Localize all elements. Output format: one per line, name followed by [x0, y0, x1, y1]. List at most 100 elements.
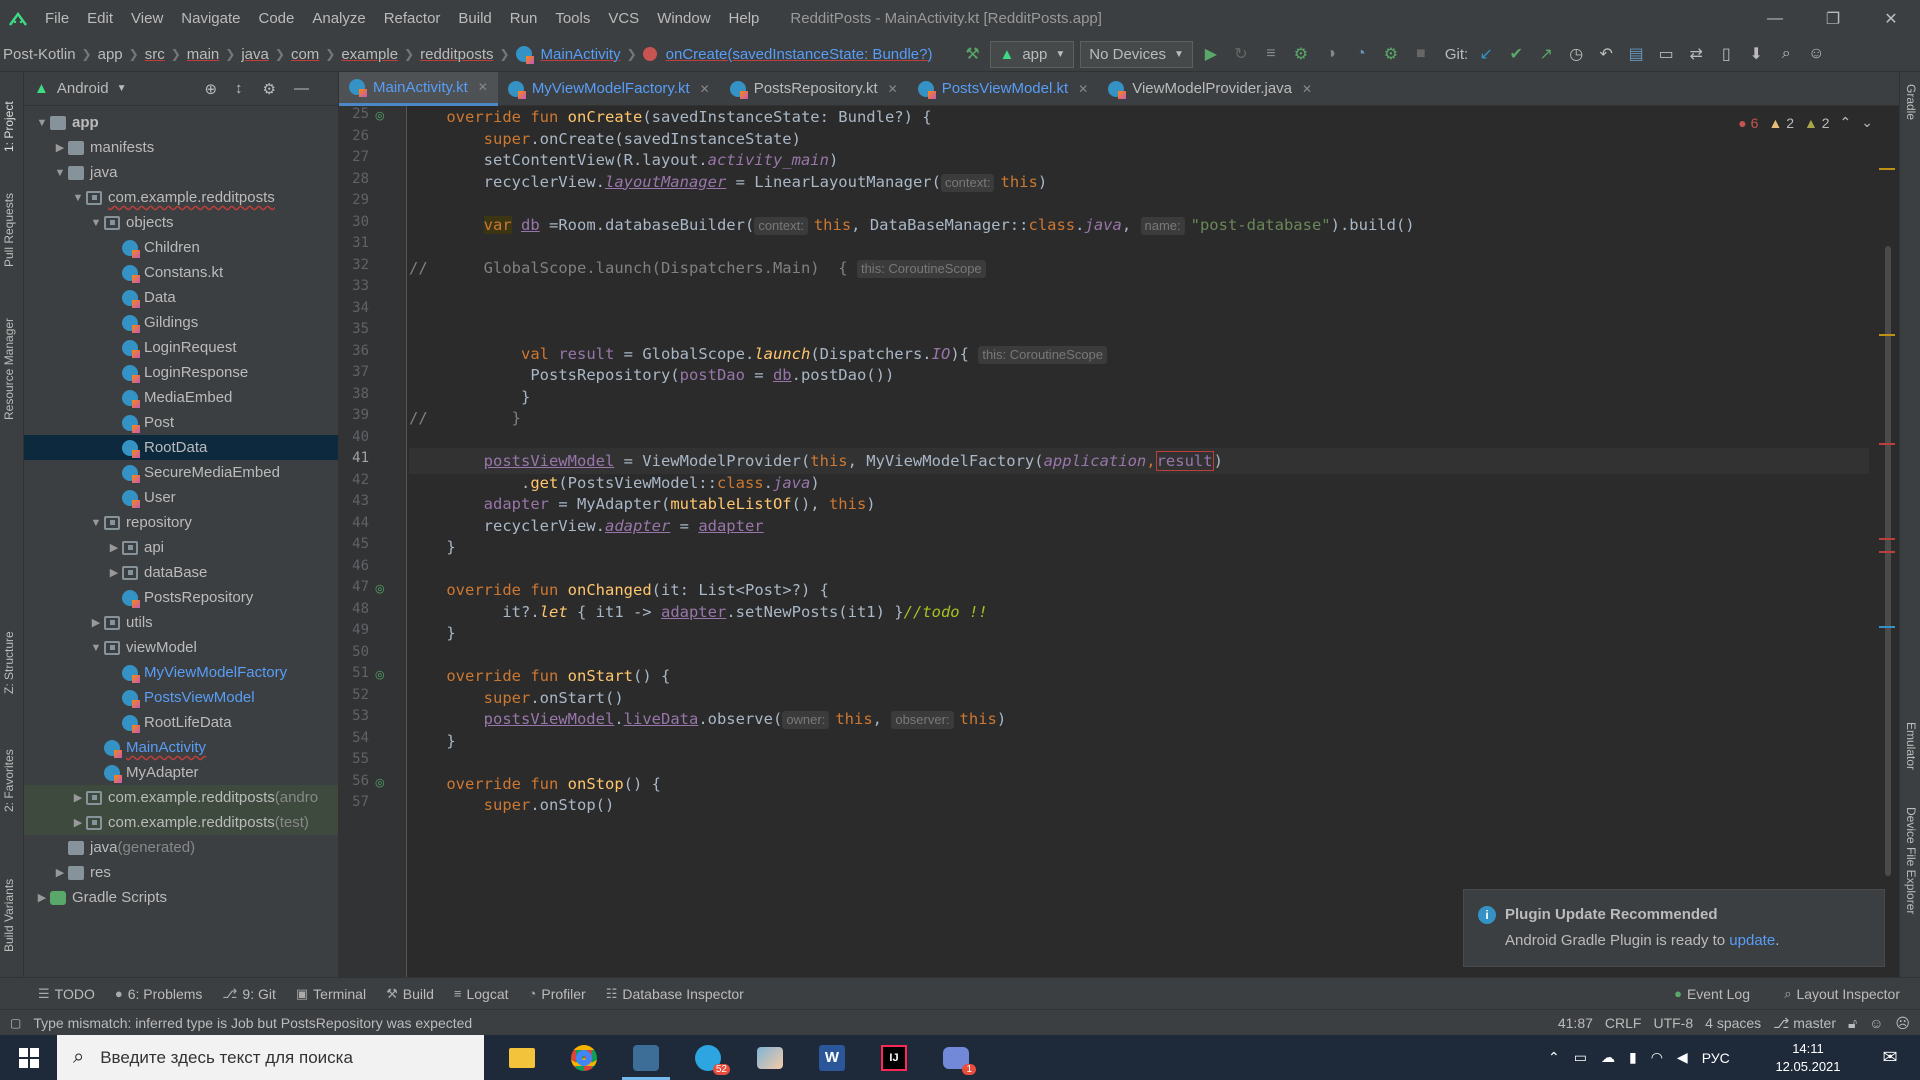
- menu-edit[interactable]: Edit: [78, 0, 122, 37]
- tree-item[interactable]: RootData: [24, 435, 338, 460]
- menu-run[interactable]: Run: [501, 0, 547, 37]
- rerun-icon[interactable]: ↻: [1226, 39, 1256, 69]
- line-number[interactable]: 57: [339, 794, 369, 810]
- expanded-chevron-icon[interactable]: ▼: [52, 167, 68, 179]
- override-marker-icon[interactable]: ◎: [375, 109, 385, 122]
- tree-item[interactable]: PostsRepository: [24, 585, 338, 610]
- close-tab-icon[interactable]: ✕: [1078, 82, 1088, 96]
- tree-item[interactable]: MyAdapter: [24, 760, 338, 785]
- minimize-icon[interactable]: —: [1746, 0, 1804, 37]
- line-number[interactable]: 27: [339, 149, 369, 165]
- clock[interactable]: 14:11 12.05.2021: [1768, 1035, 1848, 1080]
- breadcrumb-redditposts[interactable]: redditposts: [417, 46, 496, 63]
- caret-position[interactable]: 41:87: [1558, 1015, 1593, 1031]
- menu-build[interactable]: Build: [449, 0, 500, 37]
- git-history-icon[interactable]: ◷: [1561, 39, 1591, 69]
- line-number[interactable]: 40: [339, 429, 369, 445]
- line-number[interactable]: 38: [339, 386, 369, 402]
- git-commit-icon[interactable]: ✔: [1501, 39, 1531, 69]
- error-marker[interactable]: [1879, 538, 1895, 540]
- tree-item[interactable]: ▶ com.example.redditposts (test): [24, 810, 338, 835]
- event-log-button[interactable]: ● Event Log: [1664, 986, 1760, 1002]
- wifi-icon[interactable]: ◠: [1651, 1049, 1663, 1066]
- tool-emulator[interactable]: Emulator: [1904, 722, 1918, 770]
- collapsed-chevron-icon[interactable]: ▶: [52, 866, 68, 879]
- database-inspector-tool-button[interactable]: ☷ Database Inspector: [596, 986, 754, 1002]
- tree-item[interactable]: ▶ com.example.redditposts (andro: [24, 785, 338, 810]
- breadcrumb-app[interactable]: app: [95, 46, 126, 63]
- line-number[interactable]: 28: [339, 171, 369, 187]
- tree-item[interactable]: Children: [24, 235, 338, 260]
- expanded-chevron-icon[interactable]: ▼: [34, 117, 50, 129]
- line-number[interactable]: 45: [339, 536, 369, 552]
- line-number[interactable]: 30: [339, 214, 369, 230]
- device-manager-icon[interactable]: ▯: [1711, 39, 1741, 69]
- editor-scrollbar[interactable]: [1877, 106, 1899, 977]
- tree-item[interactable]: ▼ viewModel: [24, 635, 338, 660]
- windows-start-icon[interactable]: [0, 1035, 57, 1080]
- expanded-chevron-icon[interactable]: ▼: [70, 192, 86, 204]
- inspection-widget[interactable]: ● 6 ▲ 2 ▲ 2 ⌃ ⌄: [1738, 114, 1873, 131]
- tree-item[interactable]: Data: [24, 285, 338, 310]
- android-studio-taskbar-icon[interactable]: [616, 1035, 676, 1080]
- collapsed-chevron-icon[interactable]: ▶: [88, 616, 104, 629]
- breadcrumb-project[interactable]: Post-Kotlin: [0, 46, 79, 63]
- line-number[interactable]: 55: [339, 751, 369, 767]
- project-view-select[interactable]: Android: [57, 80, 109, 97]
- line-number[interactable]: 26: [339, 128, 369, 144]
- onedrive-icon[interactable]: ☁: [1601, 1049, 1615, 1066]
- lock-icon[interactable]: 🔓︎: [1848, 1015, 1857, 1032]
- menu-view[interactable]: View: [122, 0, 172, 37]
- expanded-chevron-icon[interactable]: ▼: [88, 517, 104, 529]
- line-number[interactable]: 49: [339, 622, 369, 638]
- menu-window[interactable]: Window: [648, 0, 719, 37]
- warning-marker[interactable]: [1879, 334, 1895, 336]
- indent-setting[interactable]: 4 spaces: [1705, 1015, 1761, 1031]
- line-number[interactable]: 50: [339, 644, 369, 660]
- scrollbar-thumb[interactable]: [1885, 246, 1891, 876]
- line-number[interactable]: 35: [339, 321, 369, 337]
- expanded-chevron-icon[interactable]: ▼: [88, 217, 104, 229]
- layout-inspector-button[interactable]: ⌕ Layout Inspector: [1774, 986, 1910, 1002]
- tree-item[interactable]: MediaEmbed: [24, 385, 338, 410]
- line-number[interactable]: 41: [339, 450, 369, 466]
- menu-code[interactable]: Code: [249, 0, 303, 37]
- editor-tab[interactable]: PostsViewModel.kt ✕: [908, 72, 1099, 106]
- expanded-chevron-icon[interactable]: ▼: [88, 642, 104, 654]
- hide-panel-icon[interactable]: —: [294, 80, 309, 97]
- taskbar-search-box[interactable]: ⌕ Введите здесь текст для поиска: [57, 1035, 484, 1080]
- memory-indicator-icon[interactable]: ☺: [1869, 1015, 1883, 1031]
- collapsed-chevron-icon[interactable]: ▶: [52, 141, 68, 154]
- chrome-icon[interactable]: [554, 1035, 614, 1080]
- git-tool-button[interactable]: ⎇ 9: Git: [212, 986, 285, 1002]
- error-marker[interactable]: [1879, 551, 1895, 553]
- toggle-tool-windows-icon[interactable]: ▢: [10, 1016, 21, 1030]
- close-tab-icon[interactable]: ✕: [888, 82, 898, 96]
- tree-item[interactable]: ▼ app: [24, 110, 338, 135]
- show-hidden-icons-icon[interactable]: ⌃: [1548, 1049, 1560, 1066]
- tree-item[interactable]: RootLifeData: [24, 710, 338, 735]
- line-number[interactable]: 36: [339, 343, 369, 359]
- breadcrumb-method[interactable]: onCreate(savedInstanceState: Bundle?): [663, 46, 936, 63]
- editor-tab[interactable]: MainActivity.kt ✕: [339, 71, 498, 106]
- collapsed-chevron-icon[interactable]: ▶: [70, 791, 86, 804]
- line-number[interactable]: 54: [339, 730, 369, 746]
- chevron-down-icon[interactable]: ▼: [117, 83, 127, 94]
- override-marker-icon[interactable]: ◎: [375, 668, 385, 681]
- weak-warning-count[interactable]: ▲ 2: [1804, 115, 1830, 131]
- tree-item[interactable]: MainActivity: [24, 735, 338, 760]
- restore-icon[interactable]: ❐: [1804, 0, 1862, 37]
- apply-changes-icon[interactable]: ≡: [1256, 39, 1286, 69]
- line-number[interactable]: 44: [339, 515, 369, 531]
- tool-gradle[interactable]: Gradle: [1904, 84, 1918, 120]
- close-tab-icon[interactable]: ✕: [1302, 82, 1312, 96]
- line-number[interactable]: 52: [339, 687, 369, 703]
- tree-item[interactable]: ▼ com.example.redditposts: [24, 185, 338, 210]
- make-project-hammer-icon[interactable]: ⚒: [957, 39, 987, 69]
- line-number[interactable]: 29: [339, 192, 369, 208]
- line-number[interactable]: 43: [339, 493, 369, 509]
- line-number[interactable]: 56: [339, 773, 369, 789]
- warning-marker[interactable]: [1879, 168, 1895, 170]
- info-marker[interactable]: [1879, 626, 1895, 628]
- tree-item[interactable]: ▼ repository: [24, 510, 338, 535]
